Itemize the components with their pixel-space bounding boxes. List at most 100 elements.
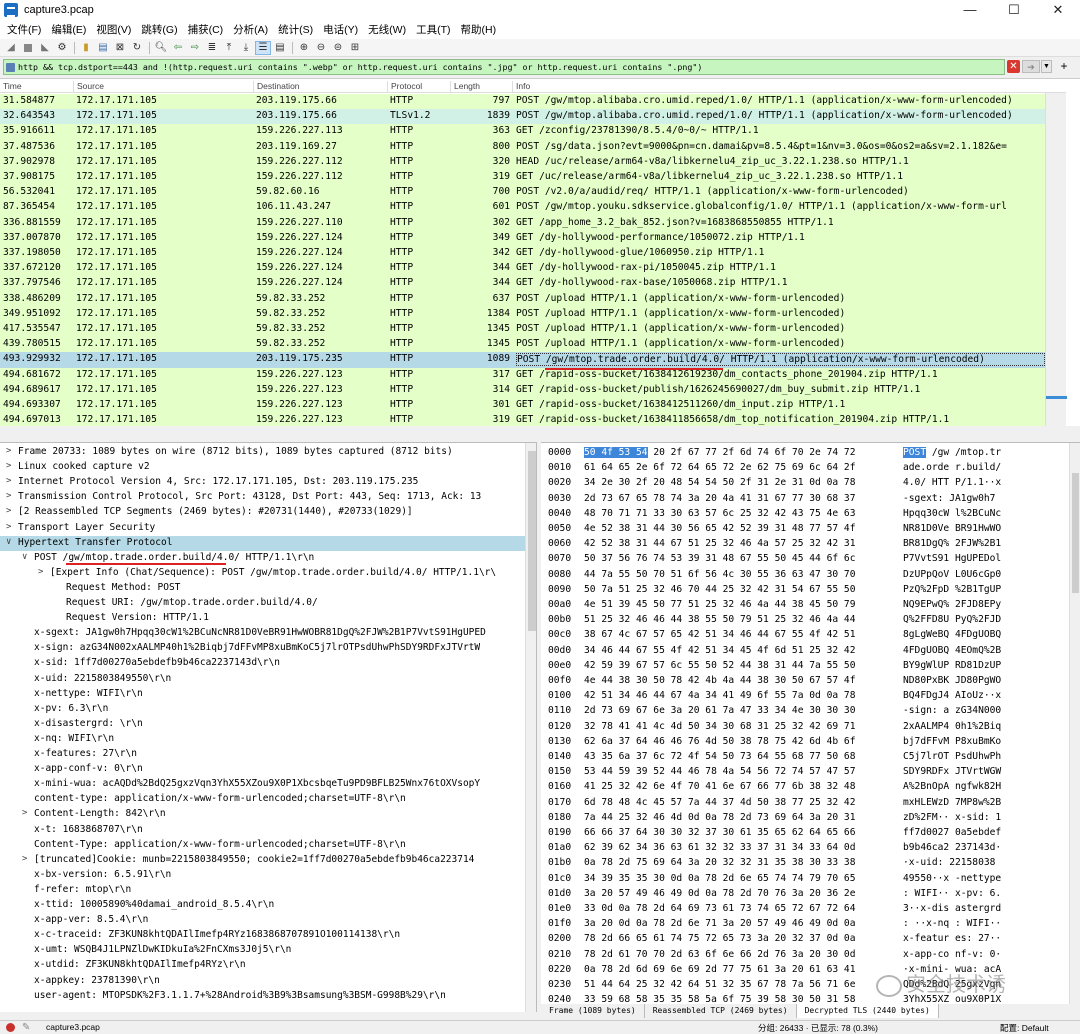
detail-tree-item[interactable]: x-pv: 6.3\r\n <box>0 702 525 717</box>
hexdump-row[interactable]: 0050 4e 52 38 31 44 30 56 65 42 52 39 31 … <box>541 522 1069 537</box>
column-header-protocol[interactable]: Protocol <box>387 81 422 93</box>
menu-help[interactable]: 帮助(H) <box>456 22 502 37</box>
packet-row[interactable]: 417.535547 172.17.171.105 59.82.33.252 HTTP… <box>0 322 1045 338</box>
detail-tree-item[interactable]: x-utdid: ZF3KUN8khtQDAIlImefp4RYz\r\n <box>0 958 525 973</box>
detail-tree-item[interactable]: user-agent: MTOPSDK%2F3.1.1.7+%28Android… <box>0 989 525 1004</box>
packet-row[interactable]: 337.797546 172.17.171.105 159.226.227.124 H… <box>0 276 1045 292</box>
hexdump-row[interactable]: 00b0 51 25 32 46 46 44 38 55 50 79 51 25 … <box>541 613 1069 628</box>
shark-fin-start-icon[interactable]: ◢ <box>3 41 19 55</box>
packet-row[interactable]: 439.780515 172.17.171.105 59.82.33.252 HTTP… <box>0 337 1045 353</box>
hexdump-row[interactable]: 0130 62 6a 37 64 46 46 76 4d 50 38 78 75 … <box>541 735 1069 750</box>
hexdump-row[interactable]: 0030 2d 73 67 65 78 74 3a 20 4a 41 31 67 … <box>541 492 1069 507</box>
menu-analyze[interactable]: 分析(A) <box>228 22 273 37</box>
menu-view[interactable]: 视图(V) <box>91 22 136 37</box>
hexdump-row[interactable]: 0140 43 35 6a 37 6c 72 4f 54 50 73 64 55 … <box>541 750 1069 765</box>
collapsed-chevron-icon[interactable]: > <box>6 506 11 516</box>
packet-row[interactable]: 338.486209 172.17.171.105 59.82.33.252 HTTP… <box>0 291 1045 307</box>
stop-icon[interactable] <box>20 41 36 55</box>
hexdump-row[interactable]: 0060 42 52 38 31 44 67 51 25 32 46 4a 57 … <box>541 537 1069 552</box>
column-header-destination[interactable]: Destination <box>253 81 300 93</box>
menu-statistics[interactable]: 统计(S) <box>273 22 318 37</box>
maximize-button[interactable]: ☐ <box>992 0 1036 20</box>
menu-go[interactable]: 跳转(G) <box>136 22 182 37</box>
resize-columns-icon[interactable]: ⊞ <box>347 41 363 55</box>
detail-tree-item[interactable]: x-c-traceid: ZF3KUN8khtQDAIlImefp4RYz168… <box>0 928 525 943</box>
detail-tree-item[interactable]: x-uid: 2215803849550\r\n <box>0 672 525 687</box>
detail-tree-item[interactable]: x-ttid: 10005890%40damai_android_8.5.4\r… <box>0 898 525 913</box>
menu-edit[interactable]: 编辑(E) <box>46 22 91 37</box>
detail-tree-item[interactable]: > [truncated]Cookie: munb=2215803849550; … <box>0 853 525 868</box>
collapsed-chevron-icon[interactable]: > <box>6 461 11 471</box>
collapsed-chevron-icon[interactable]: > <box>6 522 11 532</box>
display-filter-input[interactable]: http && tcp.dstport==443 and !(http.requ… <box>3 59 1005 75</box>
detail-tree-item[interactable]: > [2 Reassembled TCP Segments (2469 bytes… <box>0 505 525 520</box>
packet-row[interactable]: 336.881559 172.17.171.105 159.226.227.110 H… <box>0 215 1045 231</box>
packet-row[interactable]: 87.365454 172.17.171.105 106.11.43.247 HTTP… <box>0 200 1045 216</box>
hexdump-row[interactable]: 01e0 33 0d 0a 78 2d 64 69 73 61 73 74 65 … <box>541 902 1069 917</box>
detail-tree-item[interactable]: x-t: 1683868707\r\n <box>0 823 525 838</box>
hexdump-row[interactable]: 0170 6d 78 48 4c 45 57 7a 44 37 4d 50 38 … <box>541 796 1069 811</box>
scrollbar-thumb[interactable] <box>528 451 536 631</box>
packet-row[interactable]: 493.929932 172.17.171.105 203.119.175.235 H… <box>0 352 1045 368</box>
tab-frame-bytes[interactable]: Frame (1089 bytes) <box>541 1004 645 1018</box>
detail-tree-item[interactable]: x-sid: 1ff7d00270a5ebdefb9b46ca2237143d\… <box>0 656 525 671</box>
packet-row[interactable]: 37.902978 172.17.171.105 159.226.227.112 HT… <box>0 154 1045 170</box>
hexdump-row[interactable]: 01c0 34 39 35 35 30 0d 0a 78 2d 6e 65 74 … <box>541 872 1069 887</box>
detail-tree-item[interactable]: x-bx-version: 6.5.91\r\n <box>0 868 525 883</box>
packet-row[interactable]: 349.951092 172.17.171.105 59.82.33.252 HTTP… <box>0 306 1045 322</box>
hexdump-row[interactable]: 01d0 3a 20 57 49 46 49 0d 0a 78 2d 70 76 … <box>541 887 1069 902</box>
hexdump-row[interactable]: 0120 32 78 41 41 4c 4d 50 34 30 68 31 25 … <box>541 720 1069 735</box>
detail-tree-item[interactable]: ∨ Hypertext Transfer Protocol <box>0 535 525 551</box>
hexdump-row[interactable]: 0100 42 51 34 46 44 67 4a 34 41 49 6f 55 … <box>541 689 1069 704</box>
hexdump-row[interactable]: 01a0 62 39 62 34 36 63 61 32 32 33 37 31 … <box>541 841 1069 856</box>
bytes-vertical-scrollbar[interactable] <box>1069 443 1080 1004</box>
detail-tree-item[interactable]: > [Expert Info (Chat/Sequence): POST /gw/… <box>0 566 525 581</box>
hexdump-row[interactable]: 0210 78 2d 61 70 70 2d 63 6f 6e 66 2d 76 … <box>541 948 1069 963</box>
hexdump-row[interactable]: 0110 2d 73 69 67 6e 3a 20 61 7a 47 33 34 … <box>541 704 1069 719</box>
detail-tree-item[interactable]: Content-Type: application/x-www-form-url… <box>0 838 525 853</box>
detail-tree-item[interactable]: Request Version: HTTP/1.1 <box>0 611 525 626</box>
apply-filter-icon[interactable]: ➔ <box>1022 60 1040 73</box>
collapsed-chevron-icon[interactable]: > <box>38 567 43 577</box>
hexdump-row[interactable]: 0010 61 64 65 2e 6f 72 64 65 72 2e 62 75 … <box>541 461 1069 476</box>
minimize-button[interactable]: — <box>948 0 992 20</box>
packet-row[interactable]: 494.693307 172.17.171.105 159.226.227.123 H… <box>0 398 1045 414</box>
collapsed-chevron-icon[interactable]: > <box>22 808 27 818</box>
filter-history-dropdown-icon[interactable]: ▼ <box>1041 60 1052 73</box>
goto-packet-icon[interactable]: ≣ <box>204 41 220 55</box>
add-filter-button-icon[interactable]: + <box>1057 59 1071 73</box>
close-file-icon[interactable]: ⊠ <box>112 41 128 55</box>
tab-reassembled-tcp[interactable]: Reassembled TCP (2469 bytes) <box>645 1004 797 1018</box>
menu-capture[interactable]: 捕获(C) <box>183 22 229 37</box>
first-packet-icon[interactable]: ⤒ <box>221 41 237 55</box>
expanded-chevron-icon[interactable]: ∨ <box>6 537 11 547</box>
detail-tree-item[interactable]: x-app-conf-v: 0\r\n <box>0 762 525 777</box>
expert-info-status-icon[interactable] <box>6 1023 15 1032</box>
hexdump-row[interactable]: 00d0 34 46 44 67 55 4f 42 51 34 45 4f 6d … <box>541 644 1069 659</box>
menu-file[interactable]: 文件(F) <box>2 22 46 37</box>
detail-tree-item[interactable]: f-refer: mtop\r\n <box>0 883 525 898</box>
hexdump-row[interactable]: 0020 34 2e 30 2f 20 48 54 54 50 2f 31 2e … <box>541 476 1069 491</box>
detail-tree-item[interactable]: > Frame 20733: 1089 bytes on wire (8712 b… <box>0 445 525 460</box>
detail-tree-item[interactable]: Request URI: /gw/mtop.trade.order.build/… <box>0 596 525 611</box>
details-vertical-scrollbar[interactable] <box>525 443 536 1012</box>
hexdump-row[interactable]: 0190 66 66 37 64 30 30 32 37 30 61 35 65 … <box>541 826 1069 841</box>
detail-tree-item[interactable]: > Content-Length: 842\r\n <box>0 807 525 822</box>
tab-decrypted-tls[interactable]: Decrypted TLS (2440 bytes) <box>796 1004 939 1018</box>
detail-tree-item[interactable]: x-sign: azG34N002xAALMP40h1%2Biqbj7dFFvM… <box>0 641 525 656</box>
hexdump-row[interactable]: 00f0 4e 44 38 30 50 78 42 4b 4a 44 38 30 … <box>541 674 1069 689</box>
packet-row[interactable]: 337.007870 172.17.171.105 159.226.227.124 H… <box>0 230 1045 246</box>
column-header-info[interactable]: Info <box>512 81 530 93</box>
detail-tree-item[interactable]: > Internet Protocol Version 4, Src: 172.1… <box>0 475 525 490</box>
packet-list-vertical-scrollbar[interactable] <box>1045 93 1067 426</box>
detail-tree-item[interactable]: content-type: application/x-www-form-url… <box>0 792 525 807</box>
zoom-reset-icon[interactable]: ⊜ <box>330 41 346 55</box>
detail-tree-item[interactable]: > Linux cooked capture v2 <box>0 460 525 475</box>
collapsed-chevron-icon[interactable]: > <box>6 446 11 456</box>
hexdump-row[interactable]: 0180 7a 44 25 32 46 4d 0d 0a 78 2d 73 69 … <box>541 811 1069 826</box>
detail-tree-item[interactable]: x-disastergrd: \r\n <box>0 717 525 732</box>
hexdump-row[interactable]: 0070 50 37 56 76 74 53 39 31 48 67 55 50 … <box>541 552 1069 567</box>
packet-row[interactable]: 35.916611 172.17.171.105 159.226.227.113 HT… <box>0 124 1045 140</box>
menu-telephony[interactable]: 电话(Y) <box>318 22 363 37</box>
zoom-out-icon[interactable]: ⊖ <box>313 41 329 55</box>
